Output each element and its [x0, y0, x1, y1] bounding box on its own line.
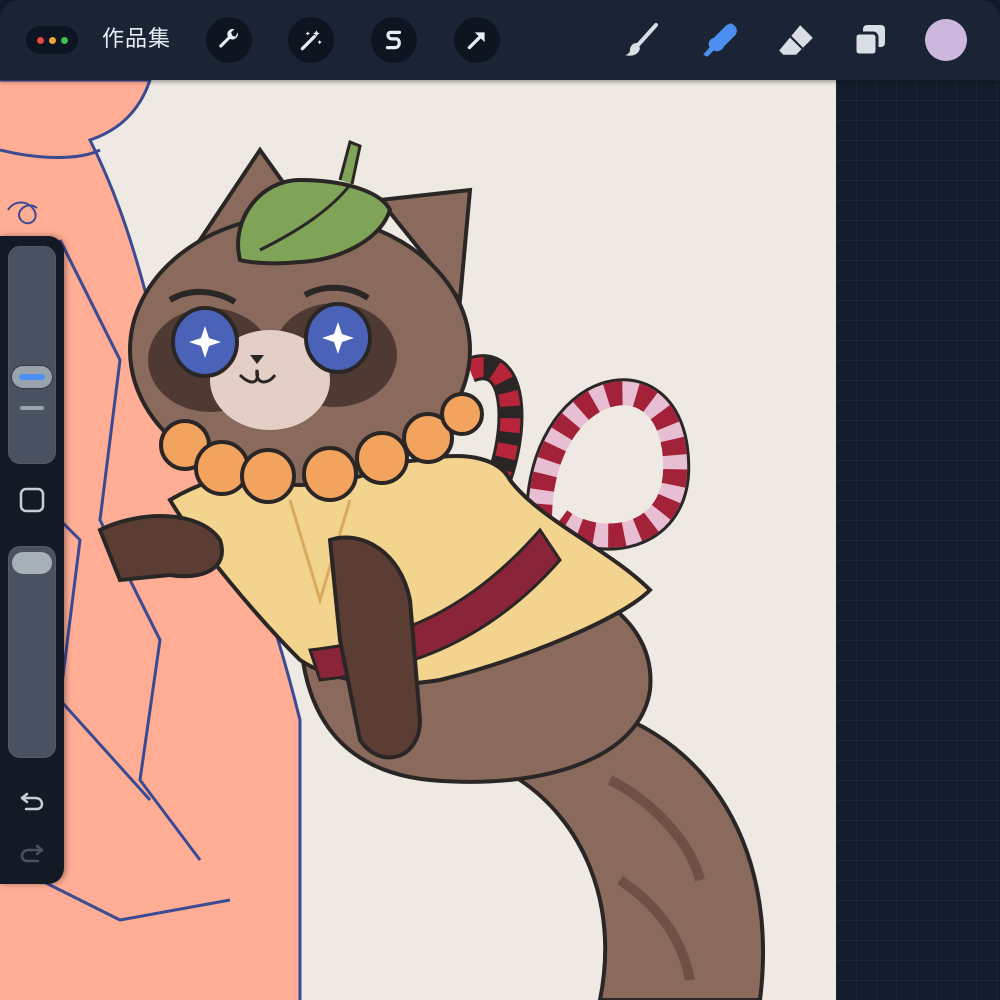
opacity-slider[interactable] [8, 546, 56, 758]
adjustments-button[interactable] [288, 17, 334, 63]
selection-button[interactable] [371, 17, 417, 63]
brush-icon [625, 23, 658, 56]
canvas-backdrop-grid [836, 80, 1000, 1000]
smudge-tool-button[interactable] [696, 16, 744, 64]
brush-tool-button[interactable] [618, 16, 666, 64]
eraser-tool-button[interactable] [772, 16, 820, 64]
redo-button[interactable] [14, 834, 50, 870]
top-toolbar: 作品集 [0, 0, 1000, 80]
color-picker-button[interactable] [925, 19, 967, 61]
arrow-cursor-icon [467, 32, 485, 50]
actions-button[interactable] [206, 17, 252, 63]
undo-arrow-icon [20, 792, 44, 811]
eraser-icon [779, 25, 813, 55]
left-sidebar [0, 236, 64, 884]
wrench-icon [219, 28, 238, 48]
undo-button[interactable] [14, 782, 50, 818]
dot-yellow-icon [48, 36, 56, 44]
artwork [0, 80, 766, 1000]
opacity-handle[interactable] [12, 552, 52, 574]
square-icon [19, 487, 45, 513]
cat-left-paw [97, 514, 224, 583]
window-controls[interactable] [26, 26, 78, 54]
layers-icon [853, 25, 885, 57]
redo-arrow-icon [20, 844, 44, 863]
brush-size-handle[interactable] [12, 366, 52, 388]
smudge-finger-icon [703, 23, 737, 57]
dot-red-icon [36, 36, 44, 44]
drawing-canvas[interactable] [0, 80, 836, 1000]
brush-size-slider[interactable] [8, 246, 56, 464]
layers-button[interactable] [846, 16, 894, 64]
brush-size-indicator [19, 374, 45, 380]
dot-green-icon [60, 36, 68, 44]
gallery-button[interactable]: 作品集 [102, 24, 171, 56]
selection-s-icon [385, 30, 402, 50]
transform-button[interactable] [454, 17, 500, 63]
slider-tick [20, 406, 44, 410]
modify-button[interactable] [14, 482, 50, 518]
magic-wand-icon [300, 30, 322, 51]
